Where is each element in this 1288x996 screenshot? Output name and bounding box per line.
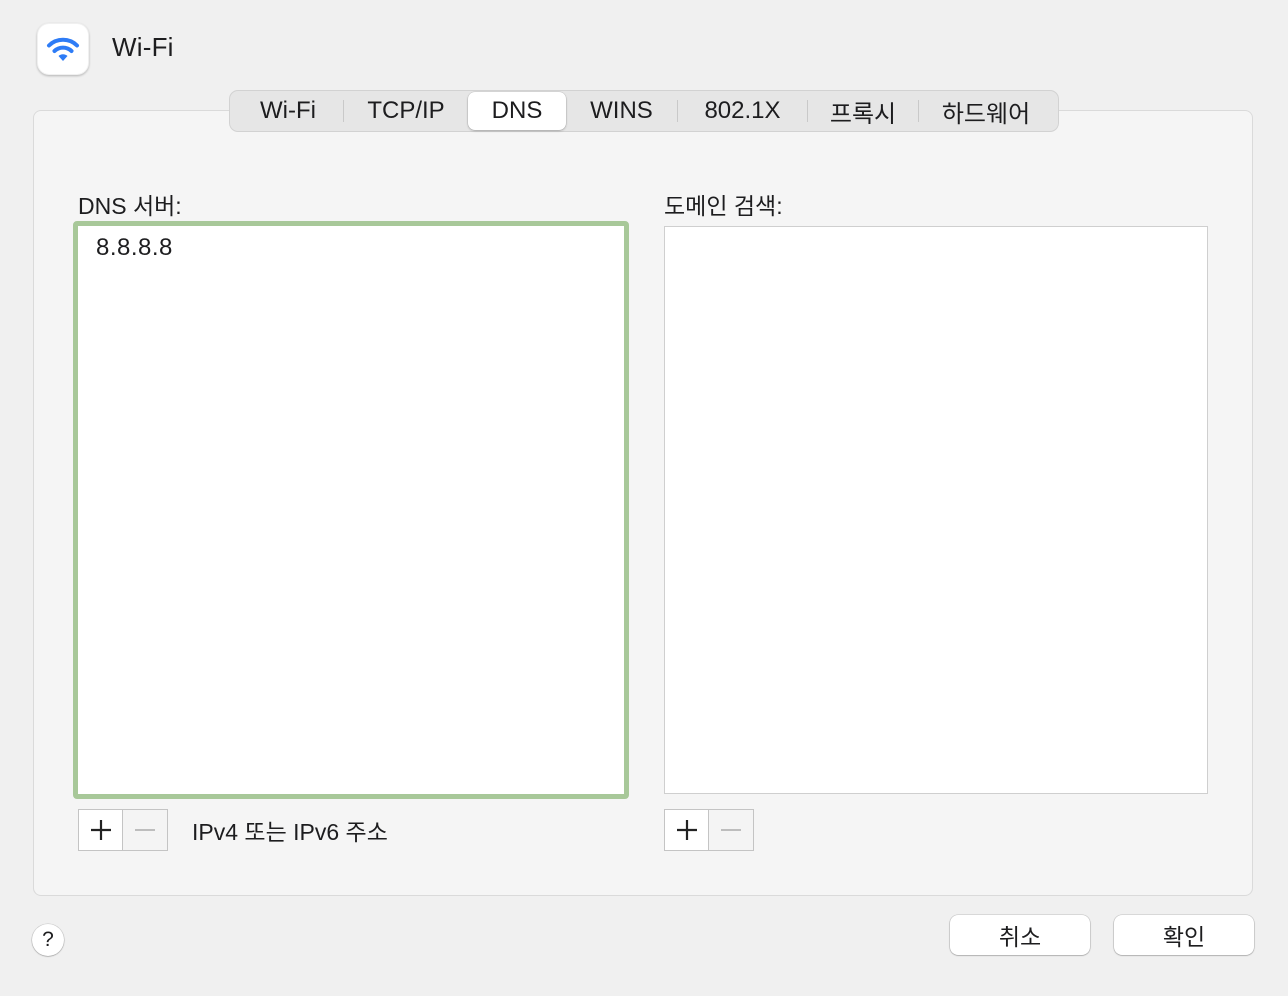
network-dns-dialog: Wi-Fi Wi-Fi TCP/IP DNS WINS 802.1X 프록시 하… <box>0 0 1288 996</box>
tab-hardware[interactable]: 하드웨어 <box>919 92 1053 130</box>
tab-tcpip[interactable]: TCP/IP <box>344 92 468 130</box>
minus-icon <box>135 829 155 831</box>
plus-icon <box>90 820 111 840</box>
help-button[interactable]: ? <box>32 924 64 956</box>
tab-wifi[interactable]: Wi-Fi <box>233 92 343 130</box>
window-title: Wi-Fi <box>112 32 174 62</box>
add-search-domain-button[interactable] <box>665 810 709 850</box>
cancel-button[interactable]: 취소 <box>950 915 1090 955</box>
wifi-icon <box>37 23 89 75</box>
search-domains-list[interactable] <box>664 226 1208 794</box>
search-domains-buttons <box>664 809 754 851</box>
remove-search-domain-button[interactable] <box>709 810 753 850</box>
remove-dns-server-button[interactable] <box>123 810 167 850</box>
dns-servers-label: DNS 서버: <box>78 193 182 219</box>
dns-servers-buttons <box>78 809 168 851</box>
minus-icon <box>721 829 741 831</box>
tab-proxy[interactable]: 프록시 <box>808 92 918 130</box>
tab-wins[interactable]: WINS <box>566 92 677 130</box>
search-domains-label: 도메인 검색: <box>664 193 783 219</box>
dns-servers-list[interactable]: 8.8.8.8 <box>73 221 629 799</box>
tab-dns[interactable]: DNS <box>468 92 566 130</box>
dns-server-item[interactable]: 8.8.8.8 <box>96 234 173 262</box>
plus-icon <box>676 820 697 840</box>
tab-8021x[interactable]: 802.1X <box>678 92 807 130</box>
tab-bar: Wi-Fi TCP/IP DNS WINS 802.1X 프록시 하드웨어 <box>229 90 1059 132</box>
dns-address-hint: IPv4 또는 IPv6 주소 <box>192 819 388 845</box>
add-dns-server-button[interactable] <box>79 810 123 850</box>
ok-button[interactable]: 확인 <box>1114 915 1254 955</box>
